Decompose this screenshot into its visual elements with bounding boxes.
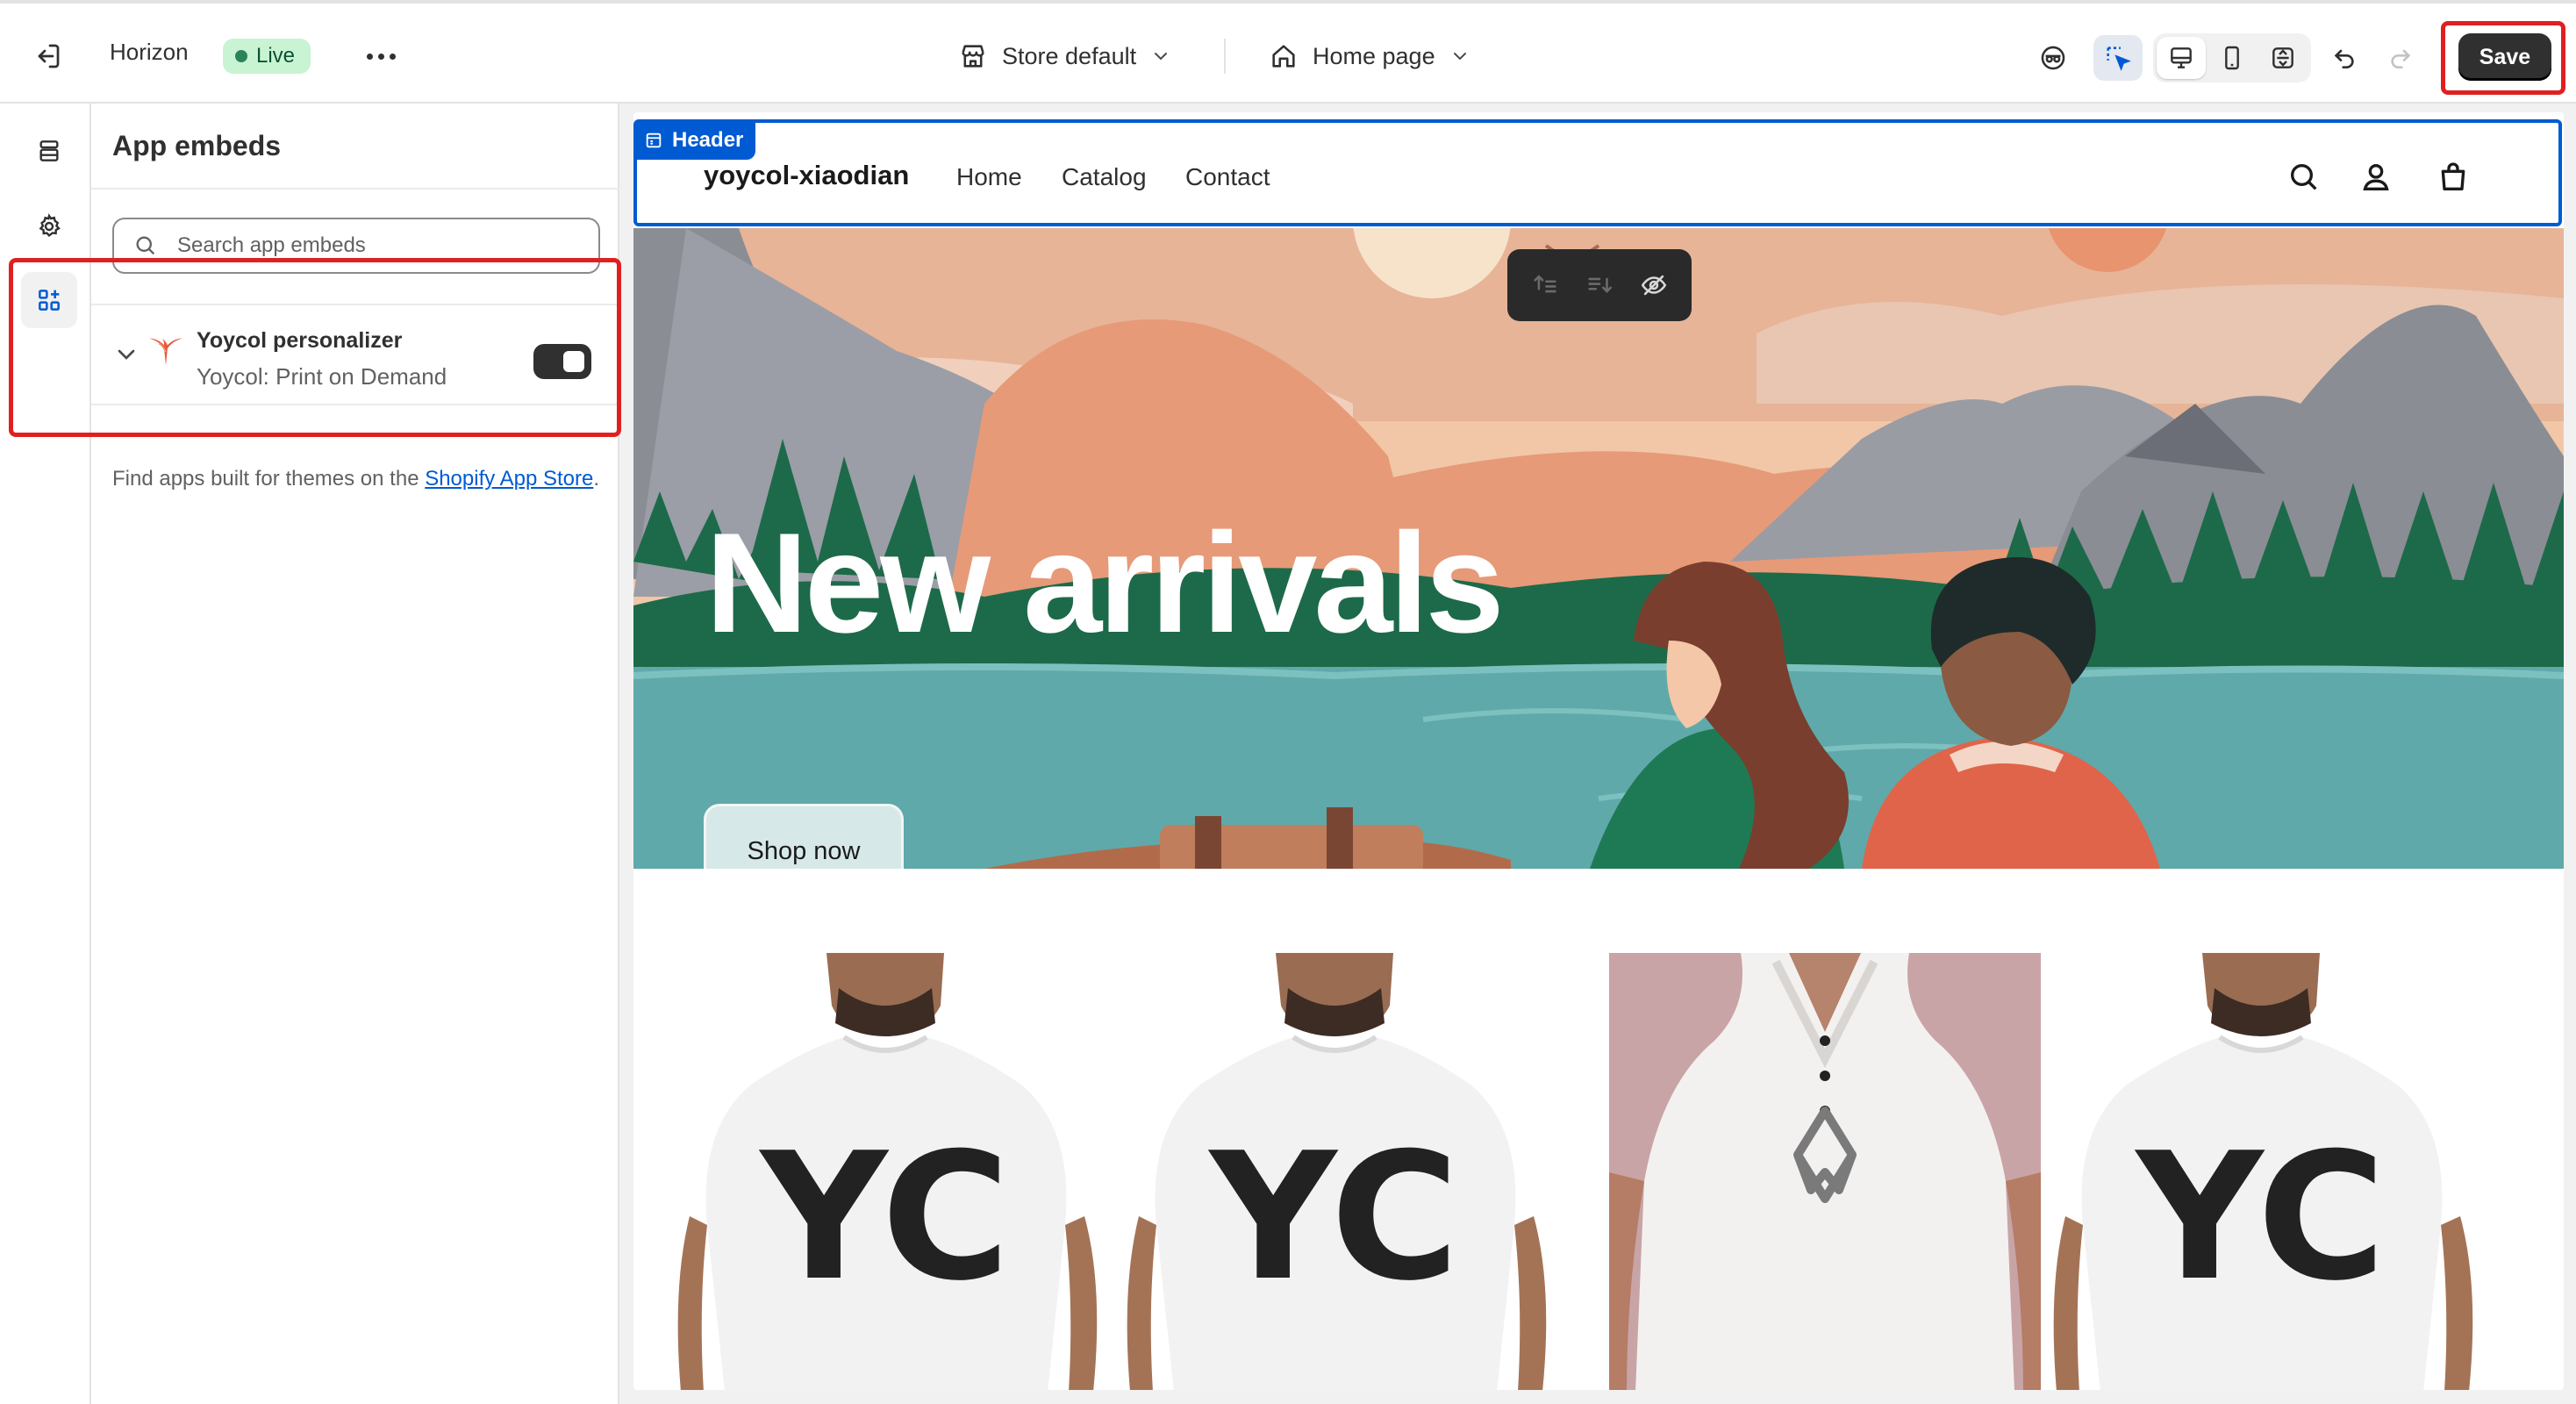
fullscreen-icon[interactable] [2258, 35, 2308, 81]
page-selector-label: Home page [1313, 42, 1435, 69]
status-badge-label: Live [256, 44, 296, 68]
search-icon [136, 236, 155, 255]
product-card[interactable] [1609, 953, 2041, 1390]
search-placeholder: Search app embeds [177, 233, 366, 257]
header-selection-outline [633, 119, 2562, 226]
desktop-view-icon[interactable] [2157, 37, 2206, 79]
more-actions-button[interactable] [361, 39, 400, 74]
header-tag-label: Header [672, 128, 744, 152]
find-apps-text: Find apps built for themes on the Shopif… [112, 462, 604, 497]
find-apps-suffix: . [593, 467, 600, 491]
product-image: YC [2048, 953, 2479, 1390]
store-icon [962, 45, 984, 68]
hero-title: New arrivals [705, 504, 1505, 663]
home-icon [1272, 45, 1295, 68]
chevron-down-icon [1155, 53, 1168, 61]
live-dot-icon [235, 50, 247, 62]
product-card[interactable]: YC [2048, 953, 2479, 1390]
section-floating-toolbar [1507, 249, 1692, 321]
header-section-tag[interactable]: Header [635, 121, 756, 160]
move-down-icon[interactable] [1585, 270, 1614, 300]
product-image [1609, 953, 2041, 1390]
find-apps-label: Find apps built for themes on the [112, 467, 426, 491]
undo-icon[interactable] [2320, 35, 2369, 81]
inspector-select-icon[interactable] [2093, 35, 2143, 81]
top-bar: Horizon Live Store default Home page Sav… [0, 0, 2576, 104]
store-preview: yoycol-xiaodian Home Catalog Contact Hea… [633, 112, 2564, 1390]
save-highlight-box [2441, 21, 2565, 95]
hide-eye-icon[interactable] [1639, 270, 1669, 300]
sections-icon[interactable] [21, 123, 77, 179]
product-print-text: YC [2135, 1115, 2386, 1320]
product-image: YC [672, 953, 1104, 1390]
shop-now-button[interactable]: Shop now [704, 804, 904, 869]
divider [1224, 39, 1226, 74]
exit-icon[interactable] [26, 35, 68, 77]
divider [91, 188, 619, 190]
product-print-text: YC [1208, 1115, 1459, 1320]
accessibility-icon[interactable] [2029, 35, 2078, 81]
redo-icon[interactable] [2376, 35, 2425, 81]
theme-name: Horizon [110, 39, 189, 65]
move-up-icon[interactable] [1530, 270, 1560, 300]
store-selector-label: Store default [1002, 42, 1137, 69]
panel-title: App embeds [112, 130, 282, 161]
product-print-text: YC [759, 1115, 1010, 1320]
hero-banner[interactable]: New arrivals Shop now [633, 228, 2564, 869]
product-image: YC [1121, 953, 1553, 1390]
embed-highlight-box [9, 258, 621, 437]
section-icon [646, 133, 662, 148]
store-selector[interactable]: Store default [958, 33, 1171, 79]
chevron-down-icon [1453, 53, 1466, 61]
gear-icon[interactable] [21, 198, 77, 254]
shopify-app-store-link[interactable]: Shopify App Store [425, 467, 593, 491]
page-selector[interactable]: Home page [1269, 33, 1470, 79]
product-card[interactable]: YC [1121, 953, 1553, 1390]
product-card[interactable]: YC [672, 953, 1104, 1390]
mobile-view-icon[interactable] [2207, 35, 2257, 81]
status-badge: Live [223, 39, 311, 74]
